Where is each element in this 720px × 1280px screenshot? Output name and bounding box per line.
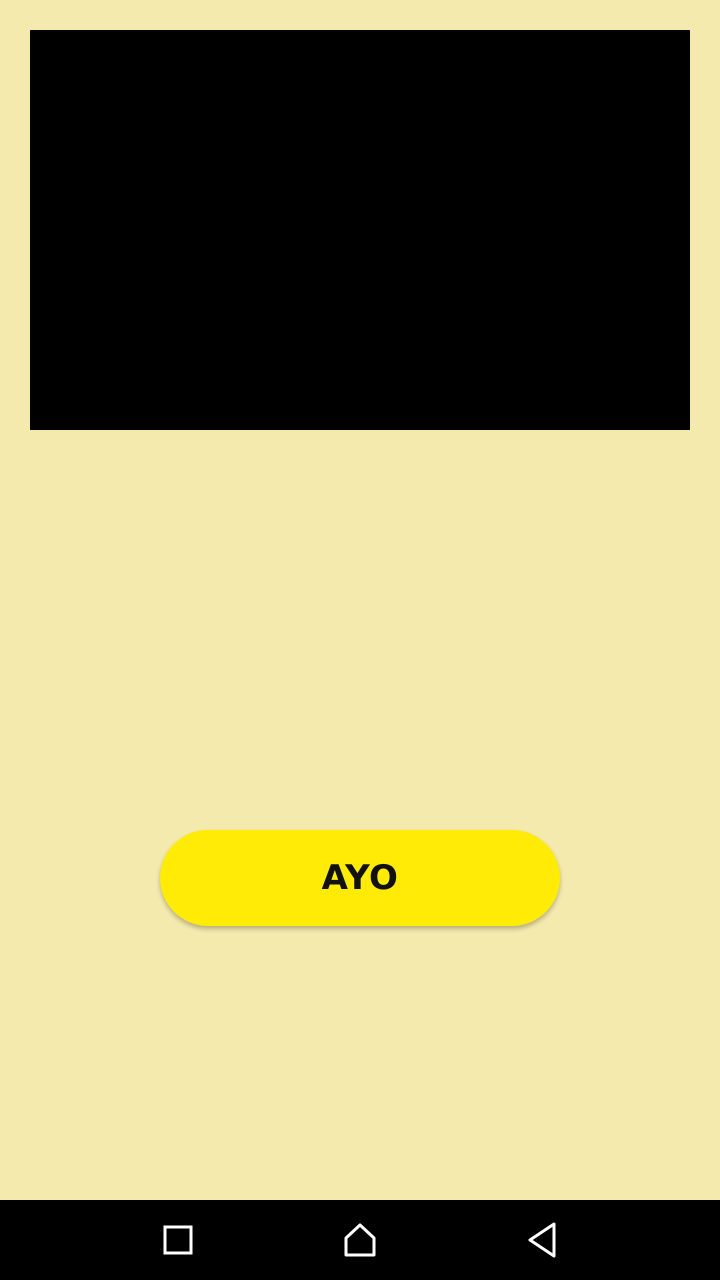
- navigation-bar: [0, 1200, 720, 1280]
- recents-button[interactable]: [130, 1200, 226, 1280]
- ayo-button[interactable]: AYO: [160, 830, 560, 926]
- home-button[interactable]: [312, 1200, 408, 1280]
- back-button[interactable]: [494, 1200, 590, 1280]
- media-frame: [30, 30, 690, 430]
- home-icon: [343, 1223, 377, 1257]
- app-screen: AYO: [0, 0, 720, 1200]
- square-icon: [162, 1224, 194, 1256]
- back-triangle-icon: [525, 1221, 559, 1259]
